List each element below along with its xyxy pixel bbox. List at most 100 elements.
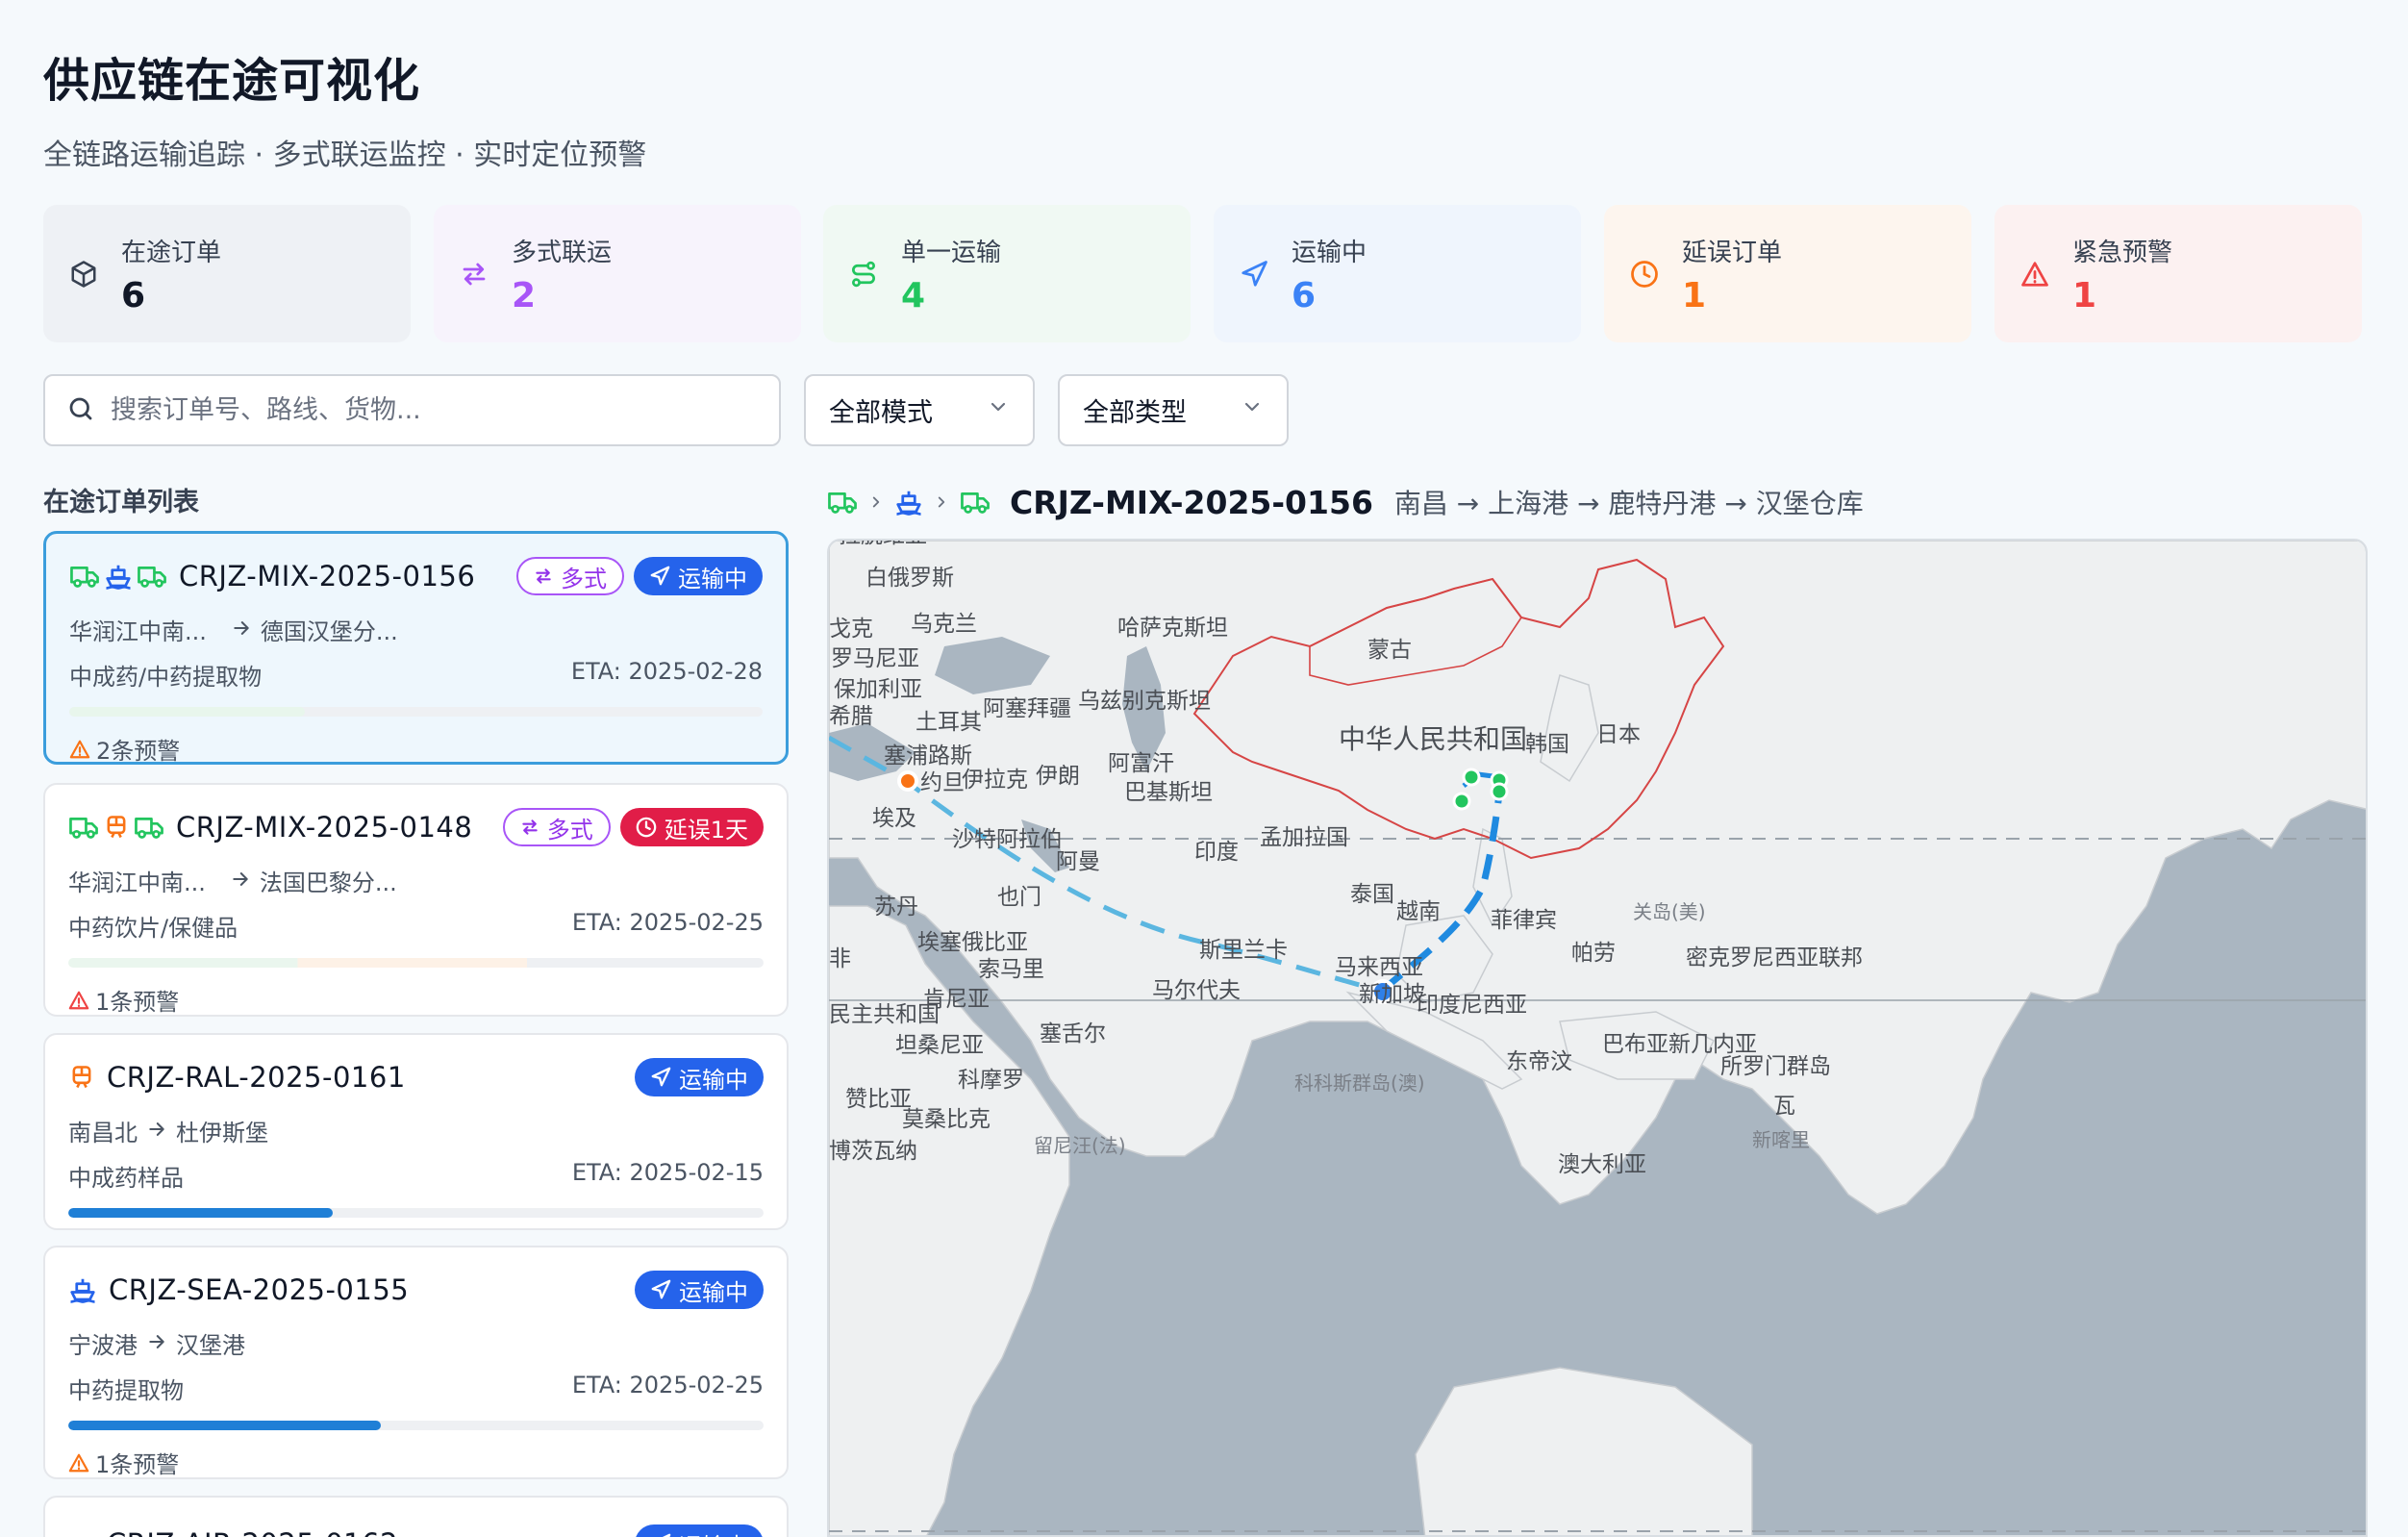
order-card[interactable]: CRJZ-MIX-2025-0156 多式 运输中 华润江中南... 德国汉堡分…: [43, 531, 789, 765]
stat-card-delayed[interactable]: 延误订单 1: [1604, 205, 1971, 342]
arrow-right-icon: [147, 1330, 166, 1357]
page-subtitle: 全链路运输追踪 · 多式联运监控 · 实时定位预警: [43, 139, 647, 172]
type-select-value: 全部类型: [1083, 398, 1187, 428]
map-label: 埃塞俄比亚: [917, 930, 1028, 955]
origin: 华润江中南...: [69, 618, 207, 645]
warning-row: 2条预警: [69, 732, 763, 766]
truck-icon: [70, 567, 99, 588]
map-label: 拉脱维亚: [839, 541, 927, 548]
stat-label: 紧急预警: [2072, 238, 2173, 267]
map-label: 伊朗: [1036, 764, 1080, 789]
map-label: 沙特阿拉伯: [952, 827, 1063, 852]
stat-card-multimodal[interactable]: 多式联运 2: [434, 205, 801, 342]
arrow-right-icon: [231, 868, 250, 894]
stat-value: 1: [2072, 275, 2097, 315]
search-box[interactable]: [43, 374, 781, 446]
map-label: 巴基斯坦: [1124, 780, 1213, 805]
map-label: 蒙古: [1367, 638, 1412, 663]
order-list-title: 在途订单列表: [43, 488, 199, 517]
origin-marker[interactable]: [897, 770, 918, 792]
map-label: 民主共和国: [829, 1002, 940, 1027]
order-id: CRJZ-RAL-2025-0161: [107, 1061, 406, 1094]
origin: 华润江中南...: [68, 869, 206, 896]
breadcrumb-route: 南昌 → 上海港 → 鹿特丹港 → 汉堡仓库: [1393, 488, 1864, 519]
map-label: 苏丹: [874, 894, 918, 920]
navigation-icon: [651, 1067, 671, 1087]
ship-icon: [106, 565, 131, 590]
map-label: 东帝汶: [1506, 1049, 1572, 1074]
mode-icons: [68, 1276, 97, 1303]
arrow-right-icon: [232, 617, 251, 643]
origin: 南昌北: [68, 1120, 138, 1146]
stat-card-single[interactable]: 单一运输 4: [823, 205, 1191, 342]
truck-icon: [961, 492, 990, 514]
transfer-icon: [522, 819, 538, 835]
order-card[interactable]: CRJZ-AIR-2025-0162 运输中: [43, 1496, 789, 1537]
stat-card-in-transit[interactable]: 在途订单 6: [43, 205, 411, 342]
map-label: 埃及: [872, 806, 916, 831]
truck-icon: [135, 818, 163, 839]
map-label: 塞浦路斯: [884, 743, 972, 768]
waypoint-marker[interactable]: [1490, 782, 1509, 801]
ship-icon: [70, 1278, 95, 1303]
order-card[interactable]: CRJZ-RAL-2025-0161 运输中 南昌北 杜伊斯堡 中成药样品 ET…: [43, 1033, 789, 1230]
map-label: 科摩罗: [958, 1068, 1024, 1093]
map-label: 泰国: [1350, 882, 1394, 907]
cargo: 中药提取物: [68, 1377, 184, 1404]
stat-label: 运输中: [1292, 238, 1367, 267]
stat-card-transporting[interactable]: 运输中 6: [1214, 205, 1581, 342]
route-map[interactable]: 拉脱维亚 白俄罗斯 乌克兰 戈克 罗马尼亚 保加利亚 希腊 土耳其 塞浦路斯 约…: [827, 539, 2368, 1537]
map-label: 也门: [997, 885, 1041, 910]
map-label: 科科斯群岛(澳): [1294, 1071, 1425, 1095]
destination: 杜伊斯堡: [176, 1120, 268, 1146]
arrow-right-icon: [147, 1118, 166, 1145]
map-label: 越南: [1396, 899, 1441, 924]
map-canvas[interactable]: 拉脱维亚 白俄罗斯 乌克兰 戈克 罗马尼亚 保加利亚 希腊 土耳其 塞浦路斯 约…: [829, 541, 2368, 1537]
map-label: 塞舌尔: [1040, 1021, 1106, 1046]
map-label: 阿曼: [1056, 849, 1100, 874]
eta: ETA: 2025-02-28: [570, 658, 763, 685]
order-card[interactable]: CRJZ-MIX-2025-0148 多式 延误1天 华润江中南... 法国巴黎…: [43, 783, 789, 1017]
multimodal-badge: 多式: [516, 557, 624, 595]
stat-label: 多式联运: [512, 238, 613, 267]
map-label: 乌兹别克斯坦: [1078, 689, 1211, 714]
destination: 汉堡港: [176, 1332, 245, 1359]
progress-fill: [68, 1208, 333, 1218]
clock-icon: [1628, 258, 1661, 290]
train-icon: [72, 1066, 91, 1089]
mode-select[interactable]: 全部模式: [804, 374, 1035, 446]
map-label: 希腊: [829, 704, 873, 729]
map-label: 韩国: [1525, 732, 1569, 757]
type-select[interactable]: 全部类型: [1058, 374, 1289, 446]
order-card[interactable]: CRJZ-SEA-2025-0155 运输中 宁波港 汉堡港 中药提取物 ETA…: [43, 1246, 789, 1479]
map-label: 罗马尼亚: [831, 646, 919, 671]
stat-value: 4: [901, 275, 926, 315]
cargo: 中药饮片/保健品: [68, 915, 238, 942]
warning-row: 1条预警: [68, 1446, 764, 1479]
status-badge: 运输中: [634, 557, 763, 595]
progress-bar: [68, 1208, 764, 1218]
map-label: 马来西亚: [1335, 955, 1423, 980]
map-label: 密克罗尼西亚联邦: [1686, 945, 1863, 970]
map-label: 索马里: [978, 957, 1044, 982]
search-input[interactable]: [111, 395, 736, 425]
alert-icon: [2019, 258, 2051, 290]
route-icon: [847, 258, 880, 290]
waypoint-marker[interactable]: [1452, 792, 1471, 811]
stat-card-urgent[interactable]: 紧急预警 1: [1994, 205, 2362, 342]
truck-icon: [138, 567, 166, 588]
waypoint-marker[interactable]: [1462, 768, 1481, 787]
stat-value: 6: [121, 275, 146, 315]
eta: ETA: 2025-02-25: [571, 1372, 764, 1398]
stat-label: 在途订单: [121, 238, 222, 267]
map-label: 菲律宾: [1491, 908, 1557, 933]
truck-icon: [828, 492, 857, 514]
stat-label: 延误订单: [1682, 238, 1783, 267]
map-label: 新喀里: [1752, 1128, 1810, 1151]
map-label: 马尔代夫: [1152, 978, 1241, 1003]
map-label: 澳大利亚: [1558, 1152, 1646, 1177]
warning-row: 1条预警: [68, 983, 764, 1017]
map-label: 保加利亚: [834, 677, 922, 702]
destination: 德国汉堡分...: [260, 618, 398, 645]
destination: 法国巴黎分...: [259, 869, 397, 896]
